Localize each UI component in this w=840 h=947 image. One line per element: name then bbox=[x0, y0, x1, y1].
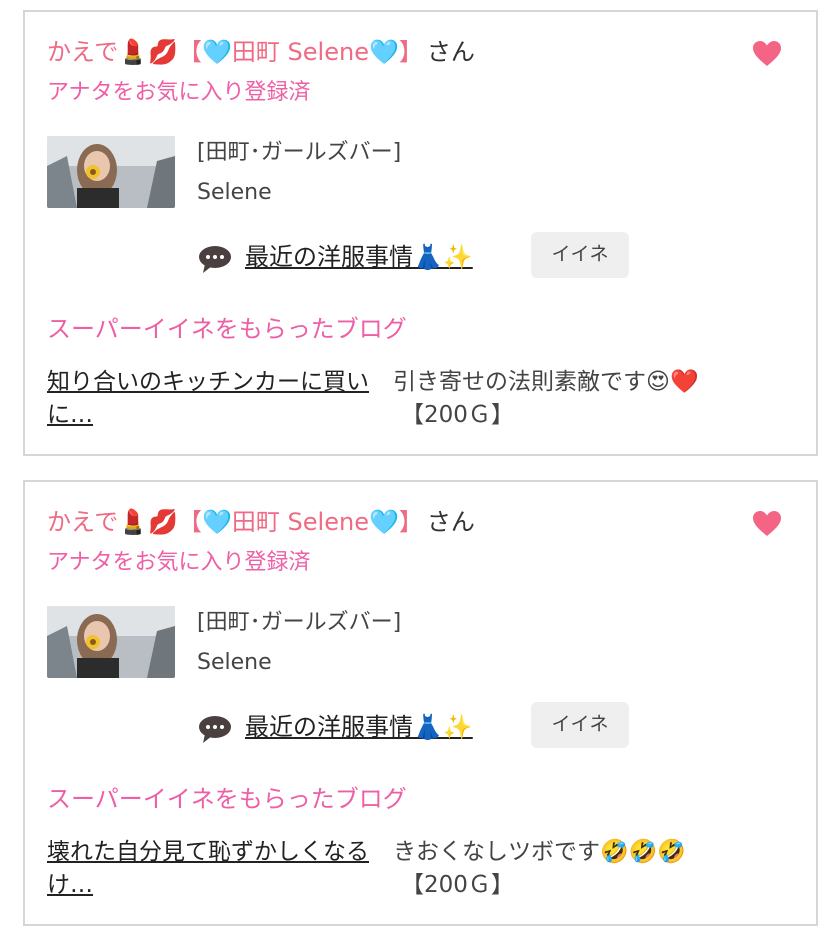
girl-name: Selene bbox=[197, 180, 272, 205]
notification-card: かえで💄💋【🩵田町 Selene🩵】 さん アナタをお気に入り登録済 [田町･ガー… bbox=[23, 480, 818, 926]
user-name[interactable]: かえで💄💋【🩵田町 Selene🩵】 bbox=[47, 508, 423, 536]
speech-bubble-icon bbox=[199, 716, 231, 743]
girl-name: Selene bbox=[197, 650, 272, 675]
super-like-comment: 引き寄せの法則素敵です😍❤️ 【200Ｇ】 bbox=[393, 366, 793, 432]
like-button[interactable]: イイネ bbox=[531, 232, 629, 278]
girl-photo[interactable] bbox=[47, 136, 175, 208]
super-like-comment: きおくなしツボです🤣🤣🤣 【200Ｇ】 bbox=[393, 836, 793, 902]
gold-amount: 【200Ｇ】 bbox=[401, 872, 514, 898]
shop-label: [田町･ガールズバー] bbox=[197, 140, 402, 165]
photo-image bbox=[47, 136, 175, 208]
user-line: かえで💄💋【🩵田町 Selene🩵】 さん bbox=[47, 34, 475, 70]
user-line: かえで💄💋【🩵田町 Selene🩵】 さん bbox=[47, 504, 475, 540]
heart-icon[interactable] bbox=[751, 508, 783, 540]
blog-title-link[interactable]: 最近の洋服事情👗✨ bbox=[245, 710, 473, 744]
girl-photo[interactable] bbox=[47, 606, 175, 678]
notification-card: かえで💄💋【🩵田町 Selene🩵】 さん アナタをお気に入り登録済 [田町･ガー… bbox=[23, 10, 818, 456]
super-like-heading: スーパーイイネをもらったブログ bbox=[47, 785, 407, 813]
super-blog-link[interactable]: 壊れた自分見て恥ずかしくなるけ… bbox=[47, 836, 387, 902]
heart-icon[interactable] bbox=[751, 38, 783, 70]
honorific: さん bbox=[426, 508, 475, 536]
super-like-heading: スーパーイイネをもらったブログ bbox=[47, 315, 407, 343]
honorific: さん bbox=[426, 38, 475, 66]
comment-text: 引き寄せの法則素敵です😍❤️ bbox=[393, 369, 699, 395]
favorite-status: アナタをお気に入り登録済 bbox=[47, 80, 311, 105]
comment-text: きおくなしツボです🤣🤣🤣 bbox=[393, 839, 686, 865]
speech-bubble-icon bbox=[199, 246, 231, 273]
photo-image bbox=[47, 606, 175, 678]
favorite-status: アナタをお気に入り登録済 bbox=[47, 550, 311, 575]
super-blog-link[interactable]: 知り合いのキッチンカーに買いに… bbox=[47, 366, 387, 432]
like-button[interactable]: イイネ bbox=[531, 702, 629, 748]
shop-label: [田町･ガールズバー] bbox=[197, 610, 402, 635]
blog-title-link[interactable]: 最近の洋服事情👗✨ bbox=[245, 240, 473, 274]
user-name[interactable]: かえで💄💋【🩵田町 Selene🩵】 bbox=[47, 38, 423, 66]
gold-amount: 【200Ｇ】 bbox=[401, 402, 514, 428]
